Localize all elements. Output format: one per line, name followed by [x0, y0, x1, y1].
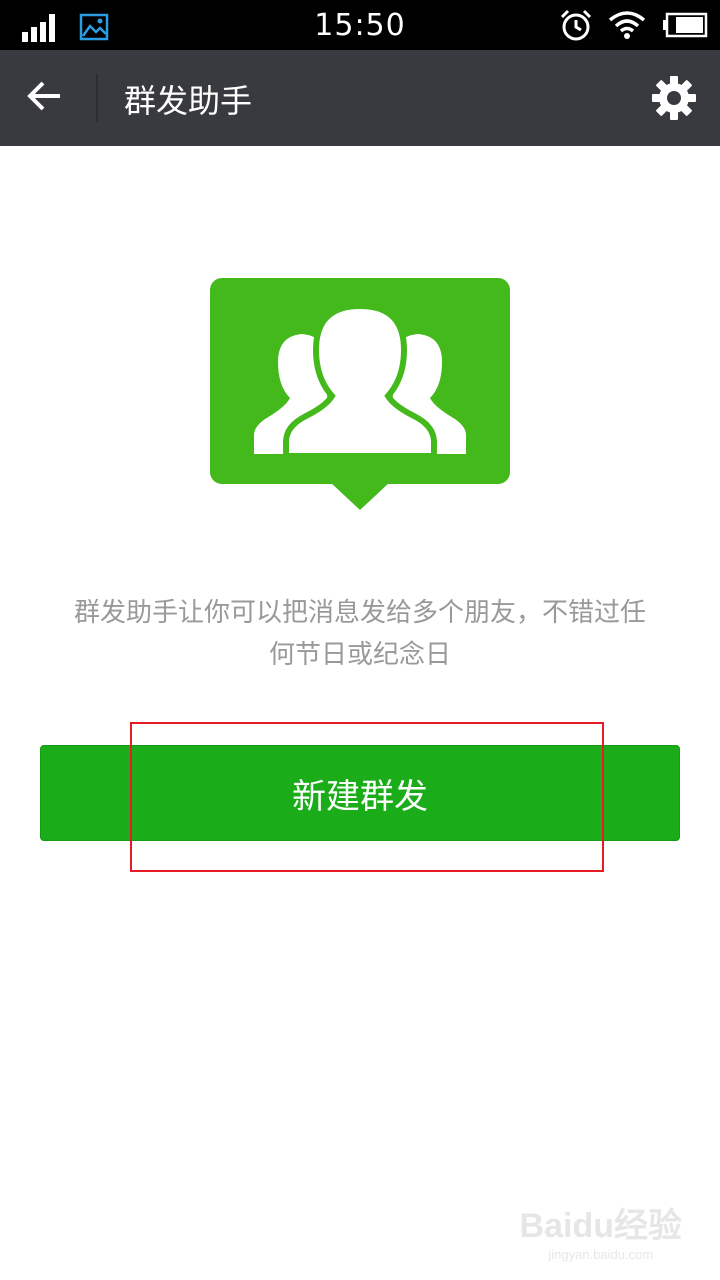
wifi-icon	[608, 10, 646, 40]
back-arrow-icon	[26, 80, 62, 116]
status-bar: 15:50	[0, 0, 720, 50]
watermark-url: jingyan.baidu.com	[548, 1247, 654, 1262]
watermark-logo: Baidu经验	[519, 1207, 682, 1245]
settings-button[interactable]	[648, 74, 700, 126]
new-broadcast-button-label: 新建群发	[292, 776, 428, 817]
alarm-icon	[558, 8, 594, 42]
title-bar: 群发助手	[0, 50, 720, 146]
back-button[interactable]	[14, 68, 74, 128]
gear-icon	[651, 75, 697, 125]
description-line-2: 何节日或纪念日	[268, 640, 451, 670]
group-chat-icon	[210, 278, 510, 512]
status-right-icons	[558, 8, 708, 42]
baidu-watermark: Baidu经验 jingyan.baidu.com	[520, 1198, 682, 1262]
description-text: 群发助手让你可以把消息发给多个朋友，不错过任 何节日或纪念日	[40, 592, 680, 676]
description-line-1: 群发助手让你可以把消息发给多个朋友，不错过任	[73, 598, 646, 628]
title-divider	[96, 74, 98, 122]
page-title: 群发助手	[124, 82, 253, 120]
new-broadcast-button[interactable]: 新建群发	[40, 745, 680, 841]
battery-icon	[662, 12, 708, 38]
